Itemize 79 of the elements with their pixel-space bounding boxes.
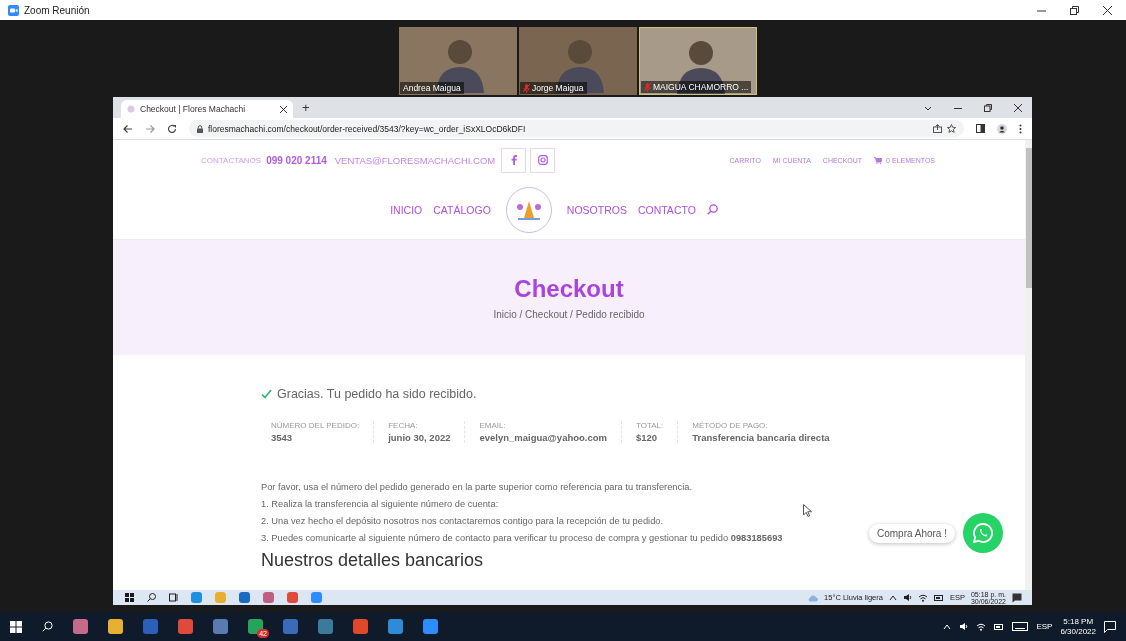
detail-label: NÚMERO DEL PEDIDO:	[271, 421, 360, 430]
detail-value: evelyn_maigua@yahoo.com	[479, 432, 607, 443]
contact-label: CONTACTANOS	[201, 155, 262, 165]
chat-phone-icon	[972, 522, 994, 544]
instruction-text: 1. Realiza la transferencia al siguiente número de cuenta:	[261, 498, 499, 510]
nav-link[interactable]: NOSOTROS	[566, 203, 627, 216]
notification-icon[interactable]	[1012, 592, 1022, 603]
notification-icon[interactable]	[1104, 620, 1116, 633]
section-heading: Nuestros detalles bancarios	[261, 550, 485, 571]
window-title: Zoom Reunión	[24, 4, 90, 16]
language-indicator[interactable]: ESP	[1036, 622, 1053, 631]
speaker-icon[interactable]	[902, 593, 912, 602]
battery-icon[interactable]	[933, 594, 944, 601]
instagram-icon	[537, 155, 548, 165]
chevron-up-icon[interactable]	[943, 622, 952, 631]
maximize-icon[interactable]	[1070, 5, 1079, 15]
detail-value: $120	[636, 432, 659, 443]
search-icon[interactable]	[147, 593, 156, 602]
side-panel-icon[interactable]	[976, 124, 985, 133]
instruction-text: Por favor, usa el número del pedido generado en la parte superior como referencia para tu transferencia.	[261, 481, 692, 493]
weather-cloud-icon	[807, 593, 819, 602]
participant-name: Jorge Maigua	[532, 83, 584, 93]
chevron-up-icon[interactable]	[888, 593, 897, 602]
success-message: Gracias. Tu pedido ha sido recibido.	[277, 387, 477, 401]
app-icon[interactable]	[263, 592, 274, 603]
chat-tooltip: Compra Ahora !	[868, 523, 955, 543]
reload-icon[interactable]	[167, 123, 177, 134]
task-view-icon[interactable]	[169, 593, 178, 602]
nav-link[interactable]: CATÁLOGO	[433, 203, 491, 216]
scrollbar[interactable]	[1025, 140, 1032, 590]
site-favicon-icon	[127, 105, 135, 113]
share-icon[interactable]	[933, 124, 942, 133]
address-bar[interactable]: floresmachachi.com/checkout/order-received/3543/?key=wc_order_iSxXLOcD6kDFI	[189, 120, 964, 137]
detail-label: EMAIL:	[479, 421, 507, 430]
detail-value: 3543	[271, 432, 294, 443]
close-icon[interactable]	[1014, 103, 1022, 112]
clock-date[interactable]: 6/30/2022	[1060, 626, 1096, 637]
page-title: Checkout	[514, 275, 624, 303]
participant-name: MAIGUA CHAMORRO ...	[653, 82, 749, 92]
speaker-icon[interactable]	[959, 622, 969, 631]
close-icon[interactable]	[280, 105, 287, 113]
instruction-text: 2. Una vez hecho el depósito nosotros nos contactaremos contigo para la recepción de tu pedido.	[261, 515, 664, 527]
person-silhouette-icon	[435, 39, 485, 93]
keyboard-icon[interactable]	[1012, 622, 1029, 631]
close-icon[interactable]	[1103, 5, 1112, 15]
breadcrumb: Inicio / Checkout / Pedido recibido	[493, 309, 645, 320]
windows-icon[interactable]	[10, 620, 22, 633]
wifi-icon[interactable]	[917, 593, 928, 602]
more-menu-icon[interactable]	[1019, 123, 1022, 134]
profile-icon[interactable]	[997, 123, 1007, 134]
back-arrow-icon[interactable]	[123, 123, 133, 134]
forward-arrow-icon[interactable]	[145, 123, 155, 134]
person-silhouette-icon	[555, 39, 605, 93]
cart-icon	[874, 156, 883, 164]
detail-label: TOTAL:	[636, 421, 664, 430]
lock-icon	[197, 124, 203, 133]
detail-label: MÉTODO DE PAGO:	[692, 421, 769, 430]
check-mark-icon	[261, 389, 272, 399]
wifi-icon[interactable]	[976, 622, 987, 631]
detail-value: Transferencia bancaria directa	[692, 432, 830, 443]
zoom-logo-icon	[8, 4, 19, 16]
detail-value: junio 30, 2022	[388, 432, 451, 443]
windows-icon[interactable]	[125, 593, 134, 602]
instruction-text: 3. Puedes comunicarte al siguiente número de contacto para verificar tu proceso de compra y gestionar tu pedido 0983185693	[261, 532, 783, 544]
nav-link[interactable]: CONTACTO	[637, 203, 696, 216]
facebook-icon	[510, 155, 517, 165]
star-icon[interactable]	[947, 124, 956, 133]
detail-label: FECHA:	[388, 421, 419, 430]
maximize-icon[interactable]	[984, 103, 992, 112]
clock-time[interactable]: 5:18 PM	[1060, 616, 1096, 627]
phone-number: 099 020 2114	[266, 154, 327, 166]
mouse-pointer-icon	[803, 504, 812, 517]
nav-link[interactable]: INICIO	[390, 203, 423, 216]
facebook-button[interactable]	[501, 147, 527, 173]
participant-name: Andrea Maigua	[403, 83, 461, 93]
instagram-button[interactable]	[530, 147, 556, 173]
search-icon[interactable]	[42, 621, 53, 632]
browser-tab[interactable]: Checkout | Flores Machachi	[121, 100, 293, 118]
new-tab-button[interactable]: +	[299, 100, 313, 115]
